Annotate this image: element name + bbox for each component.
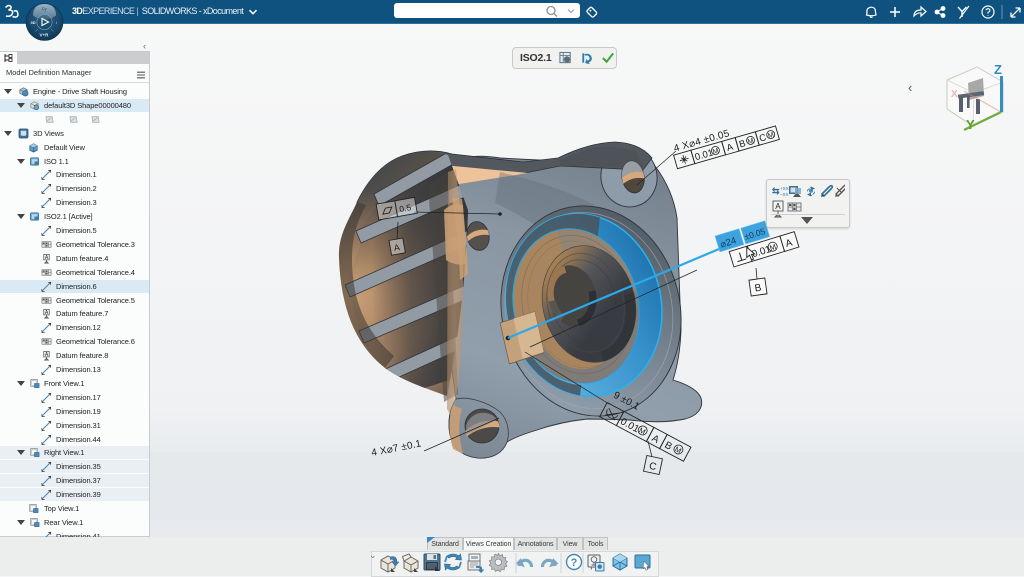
svg-text:V+R: V+R (40, 33, 50, 38)
svg-text:M: M (767, 132, 775, 140)
svg-text:i: i (56, 20, 57, 25)
svg-text:Fy: Fy (42, 7, 48, 12)
svg-text:A: A (725, 142, 735, 155)
svg-text:?: ? (571, 557, 578, 569)
svg-text:M: M (712, 148, 720, 156)
svg-text:A: A (775, 202, 781, 211)
svg-text:M: M (747, 137, 755, 145)
svg-text:+XX: +XX (780, 186, 789, 191)
svg-text:0.5: 0.5 (398, 202, 412, 214)
svg-text:3D: 3D (31, 20, 36, 25)
svg-text:⇆: ⇆ (772, 186, 780, 196)
svg-text:X: X (951, 89, 958, 100)
svg-text:–XX: –XX (780, 192, 789, 197)
svg-text:Y: Y (966, 117, 975, 132)
svg-text:‹: ‹ (908, 80, 912, 95)
svg-text:Z: Z (994, 62, 1002, 77)
svg-text:B: B (738, 138, 747, 150)
